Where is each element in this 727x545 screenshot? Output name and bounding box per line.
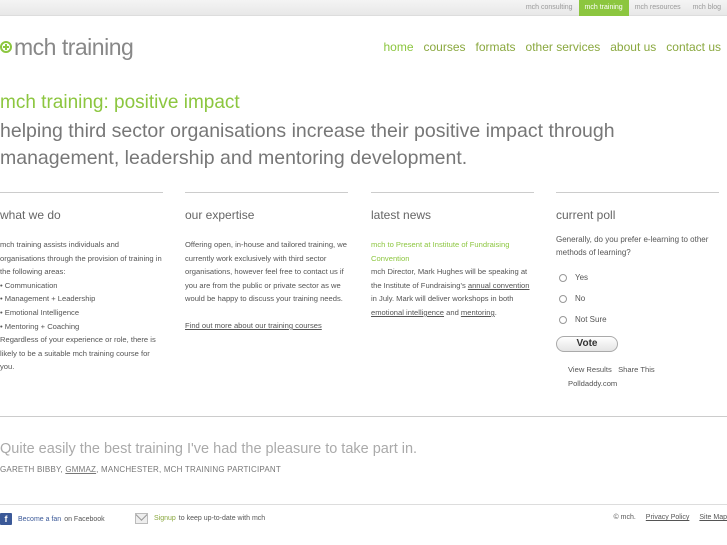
- annual-convention-link[interactable]: annual convention: [468, 281, 530, 290]
- our-expertise-heading: our expertise: [185, 208, 255, 222]
- poll-option-yes[interactable]: Yes: [556, 267, 719, 288]
- nav-home[interactable]: home: [383, 40, 413, 54]
- current-poll-heading: current poll: [556, 208, 616, 222]
- hero-title: mch training: positive impact: [0, 92, 240, 113]
- footer: f Become a fan on Facebook Signup to kee…: [0, 504, 727, 545]
- list-item: • Emotional Intelligence: [0, 307, 80, 317]
- mentoring-link[interactable]: mentoring: [461, 308, 495, 317]
- plus-circle-icon: [0, 41, 12, 53]
- nav-contact-us[interactable]: contact us: [666, 40, 721, 54]
- latest-news-section: latest news mch to Present at Institute …: [371, 192, 534, 320]
- polldaddy-link[interactable]: Polldaddy.com: [568, 379, 617, 388]
- top-links: mch consulting mch training mch resource…: [520, 0, 727, 16]
- poll-option-no[interactable]: No: [556, 288, 719, 309]
- current-poll-section: current poll Generally, do you prefer e-…: [556, 192, 719, 391]
- nav-about-us[interactable]: about us: [610, 40, 656, 54]
- what-we-do-outro: Regardless of your experience or role, t…: [0, 335, 156, 372]
- vote-button[interactable]: Vote: [556, 336, 618, 352]
- poll-option-label: Not Sure: [575, 315, 607, 324]
- facebook-fan: f Become a fan on Facebook: [0, 513, 105, 525]
- news-text: and: [444, 307, 461, 317]
- testimonial-quote: Quite easily the best training I've had …: [0, 441, 418, 457]
- newsletter-signup: Signup to keep up-to-date with mch: [135, 513, 265, 524]
- training-courses-link[interactable]: Find out more about our training courses: [185, 321, 322, 330]
- mail-icon: [135, 513, 148, 524]
- section-divider: [0, 416, 727, 417]
- become-fan-link[interactable]: Become a fan: [18, 516, 61, 523]
- view-results-link[interactable]: View Results: [568, 365, 612, 374]
- poll-question: Generally, do you prefer e-learning to o…: [556, 235, 709, 257]
- toplink-mch-blog[interactable]: mch blog: [687, 0, 727, 16]
- toplink-mch-resources[interactable]: mch resources: [629, 0, 687, 16]
- expertise-body: Offering open, in-house and tailored tra…: [185, 240, 347, 304]
- news-text: in July. Mark will deliver workshops in …: [371, 294, 514, 304]
- poll-option-not-sure[interactable]: Not Sure: [556, 309, 719, 330]
- our-expertise-section: our expertise Offering open, in-house an…: [185, 192, 348, 333]
- list-item: • Management + Leadership: [0, 294, 96, 304]
- nav-courses[interactable]: courses: [424, 40, 466, 54]
- poll-option-label: No: [575, 294, 586, 303]
- testimonial-author: GARETH BIBBY, GMMAZ, MANCHESTER, MCH TRA…: [0, 465, 281, 474]
- what-we-do-section: what we do mch training assists individu…: [0, 192, 163, 374]
- toplink-mch-training[interactable]: mch training: [578, 0, 629, 16]
- poll-option-label: Yes: [575, 273, 589, 282]
- training-areas-list: • Communication • Management + Leadershi…: [0, 279, 163, 333]
- facebook-icon[interactable]: f: [0, 513, 12, 525]
- nav-formats[interactable]: formats: [476, 40, 516, 54]
- list-item: • Communication: [0, 280, 58, 290]
- radio-button[interactable]: [559, 315, 567, 324]
- site-map-link[interactable]: Site Map: [699, 514, 727, 521]
- what-we-do-intro: mch training assists individuals and org…: [0, 240, 162, 277]
- author-details: , MANCHESTER, MCH TRAINING PARTICIPANT: [96, 465, 281, 474]
- emotional-intelligence-link[interactable]: emotional intelligence: [371, 308, 444, 317]
- top-bar: mch consulting mch training mch resource…: [0, 0, 727, 16]
- latest-news-heading: latest news: [371, 208, 432, 222]
- hero-subtitle: helping third sector organisations incre…: [0, 120, 615, 169]
- copyright: © mch.: [613, 514, 636, 521]
- privacy-policy-link[interactable]: Privacy Policy: [646, 514, 690, 521]
- signup-text: to keep up-to-date with mch: [178, 515, 266, 522]
- logo-text: mch training: [14, 33, 134, 60]
- nav-other-services[interactable]: other services: [526, 40, 601, 54]
- poll-links: View Results Share This Polldaddy.com: [556, 363, 719, 391]
- signup-link[interactable]: Signup: [154, 515, 176, 522]
- news-title-link[interactable]: mch to Present at Institute of Fundraisi…: [371, 238, 534, 265]
- footer-links: © mch. Privacy Policy Site Map: [614, 514, 727, 521]
- site-logo[interactable]: mch training: [0, 33, 134, 60]
- facebook-text: on Facebook: [64, 515, 105, 523]
- radio-button[interactable]: [559, 273, 567, 282]
- radio-button[interactable]: [559, 294, 567, 303]
- toplink-mch-consulting[interactable]: mch consulting: [520, 0, 579, 16]
- what-we-do-heading: what we do: [0, 208, 61, 222]
- gmmaz-link[interactable]: GMMAZ: [65, 465, 96, 474]
- list-item: • Mentoring + Coaching: [0, 321, 80, 331]
- main-nav: home courses formats other services abou…: [373, 40, 721, 54]
- author-name: GARETH BIBBY,: [0, 465, 66, 474]
- news-text: .: [494, 307, 497, 317]
- share-this-link[interactable]: Share This: [618, 365, 655, 374]
